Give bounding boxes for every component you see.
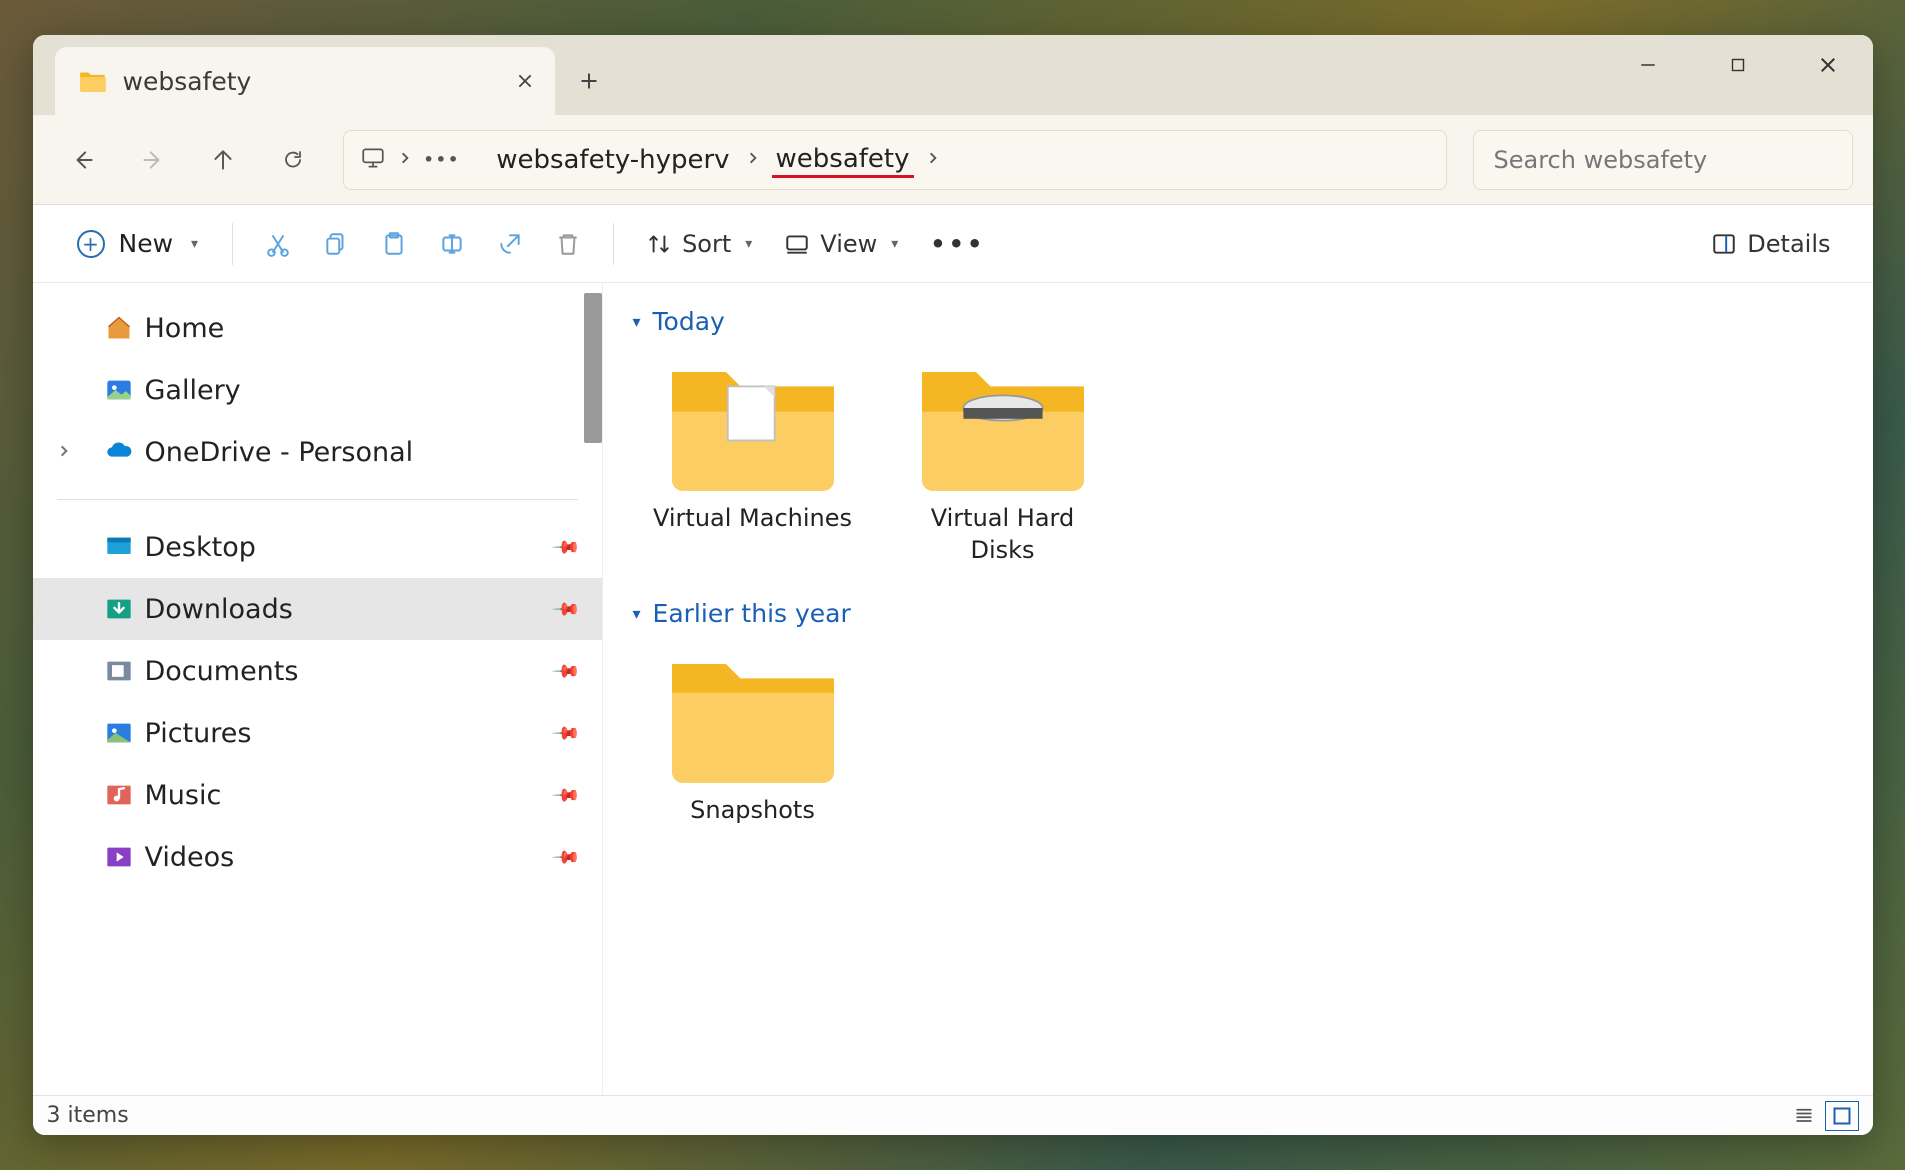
pin-icon: 📌 xyxy=(551,842,582,873)
status-bar: 3 items xyxy=(33,1095,1873,1135)
view-toggle xyxy=(1787,1101,1859,1131)
home-icon xyxy=(105,314,133,342)
sidebar-item-gallery[interactable]: Gallery xyxy=(33,359,602,421)
pin-icon: 📌 xyxy=(551,594,582,625)
pin-icon: 📌 xyxy=(551,780,582,811)
folder-virtual-hard-disks[interactable]: Virtual Hard Disks xyxy=(893,350,1113,571)
group-header-today[interactable]: ▾ Today xyxy=(633,307,1843,336)
minimize-button[interactable] xyxy=(1603,35,1693,95)
chevron-right-icon[interactable] xyxy=(744,149,762,170)
documents-icon xyxy=(105,657,133,685)
folder-virtual-machines[interactable]: Virtual Machines xyxy=(643,350,863,571)
icons-view-button[interactable] xyxy=(1825,1101,1859,1131)
folder-icon xyxy=(663,354,843,494)
copy-button[interactable] xyxy=(309,220,363,268)
breadcrumb-seg-0[interactable]: websafety-hyperv xyxy=(492,143,733,177)
search-input[interactable]: Search websafety xyxy=(1473,130,1853,190)
ellipsis-icon[interactable]: ••• xyxy=(424,150,461,169)
chevron-right-icon[interactable] xyxy=(57,443,71,462)
desktop-icon xyxy=(105,533,133,561)
breadcrumb-seg-1[interactable]: websafety xyxy=(772,142,914,178)
music-icon xyxy=(105,781,133,809)
chevron-right-icon[interactable] xyxy=(924,149,942,170)
file-explorer-window: websafety xyxy=(33,35,1873,1135)
videos-icon xyxy=(105,843,133,871)
tab-close-button[interactable] xyxy=(513,69,537,93)
sidebar-item-videos[interactable]: Videos 📌 xyxy=(33,826,602,888)
tab-title: websafety xyxy=(123,67,497,96)
sidebar-item-home[interactable]: Home xyxy=(33,297,602,359)
close-button[interactable] xyxy=(1783,35,1873,95)
group-header-earlier[interactable]: ▾ Earlier this year xyxy=(633,599,1843,628)
navigation-bar: ••• websafety-hyperv websafety Search we… xyxy=(33,115,1873,205)
titlebar: websafety xyxy=(33,35,1873,115)
details-view-button[interactable] xyxy=(1787,1101,1821,1131)
downloads-icon xyxy=(105,595,133,623)
chevron-right-icon[interactable] xyxy=(396,149,414,170)
refresh-button[interactable] xyxy=(263,130,323,190)
new-button[interactable]: + New ▾ xyxy=(61,220,215,268)
chevron-down-icon: ▾ xyxy=(891,236,898,252)
address-bar[interactable]: ••• websafety-hyperv websafety xyxy=(343,130,1447,190)
cut-button[interactable] xyxy=(251,220,305,268)
tab-websafety[interactable]: websafety xyxy=(55,47,555,115)
sidebar-item-onedrive[interactable]: OneDrive - Personal xyxy=(33,421,602,483)
chevron-down-icon: ▾ xyxy=(633,312,641,331)
chevron-down-icon: ▾ xyxy=(191,236,198,252)
folder-icon xyxy=(79,69,107,93)
new-tab-button[interactable] xyxy=(555,47,623,115)
sidebar-divider xyxy=(57,499,578,500)
group-items-today: Virtual Machines Virtual Hard Disks xyxy=(643,350,1843,571)
status-text: 3 items xyxy=(47,1103,129,1128)
forward-button[interactable] xyxy=(123,130,183,190)
rename-button[interactable] xyxy=(425,220,479,268)
chevron-down-icon: ▾ xyxy=(633,604,641,623)
sidebar: Home Gallery OneDrive - Personal xyxy=(33,283,603,1095)
pictures-icon xyxy=(105,719,133,747)
main-area: Home Gallery OneDrive - Personal xyxy=(33,283,1873,1095)
folder-icon xyxy=(663,646,843,786)
view-button[interactable]: View ▾ xyxy=(770,220,912,268)
content-area: ▾ Today Virtual Machines xyxy=(603,283,1873,1095)
back-button[interactable] xyxy=(53,130,113,190)
folder-snapshots[interactable]: Snapshots xyxy=(643,642,863,830)
share-button[interactable] xyxy=(483,220,537,268)
pin-icon: 📌 xyxy=(551,532,582,563)
more-button[interactable]: ••• xyxy=(916,220,999,268)
onedrive-icon xyxy=(105,438,133,466)
command-toolbar: + New ▾ Sort ▾ View xyxy=(33,205,1873,283)
folder-icon xyxy=(913,354,1093,494)
sidebar-item-downloads[interactable]: Downloads 📌 xyxy=(33,578,602,640)
maximize-button[interactable] xyxy=(1693,35,1783,95)
sort-button[interactable]: Sort ▾ xyxy=(632,220,766,268)
sidebar-item-documents[interactable]: Documents 📌 xyxy=(33,640,602,702)
group-items-earlier: Snapshots xyxy=(643,642,1843,830)
gallery-icon xyxy=(105,376,133,404)
chevron-down-icon: ▾ xyxy=(745,236,752,252)
search-placeholder: Search websafety xyxy=(1494,146,1708,174)
details-pane-button[interactable]: Details xyxy=(1697,220,1844,268)
pin-icon: 📌 xyxy=(551,656,582,687)
delete-button[interactable] xyxy=(541,220,595,268)
paste-button[interactable] xyxy=(367,220,421,268)
pin-icon: 📌 xyxy=(551,718,582,749)
window-controls xyxy=(1603,35,1873,115)
sidebar-item-pictures[interactable]: Pictures 📌 xyxy=(33,702,602,764)
up-button[interactable] xyxy=(193,130,253,190)
pc-icon xyxy=(360,145,386,175)
sidebar-item-desktop[interactable]: Desktop 📌 xyxy=(33,516,602,578)
sidebar-item-music[interactable]: Music 📌 xyxy=(33,764,602,826)
plus-circle-icon: + xyxy=(77,230,105,258)
